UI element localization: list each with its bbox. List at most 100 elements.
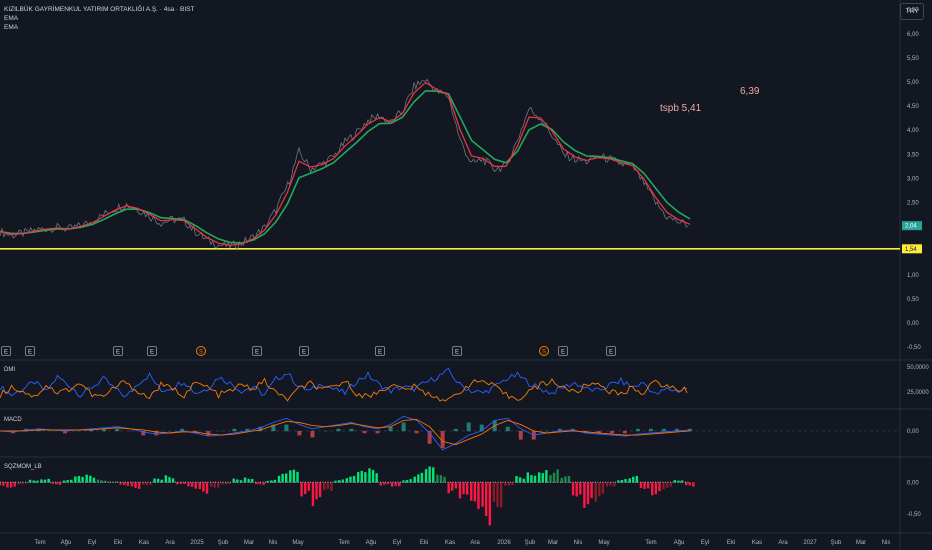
sqzmom-bar [613, 482, 616, 487]
time-axis-tick-label: Nis [882, 540, 891, 546]
sqzmom-bar [658, 482, 661, 492]
price-axis-tick-label: 5,00 [907, 80, 919, 86]
sqzmom-bar [323, 482, 326, 491]
sqzmom-bar [669, 482, 672, 487]
time-axis-tick-label: 2025 [190, 540, 204, 546]
time-axis-tick-label: May [598, 540, 609, 546]
dmi-minus-line [0, 377, 688, 402]
sqzmom-bar [586, 482, 590, 505]
sqzmom-bar [575, 482, 578, 497]
time-axis-tick-label: Şub [218, 540, 229, 546]
sqzmom-bar [473, 482, 477, 502]
macd-histogram-bar [115, 428, 120, 432]
time-axis-tick-label: Ara [165, 540, 175, 546]
sqzmom-bar [492, 482, 496, 502]
sqzmom-bar [477, 482, 480, 509]
price-axis-tick-label: -0,50 [907, 345, 921, 351]
macd-histogram-bar [362, 430, 367, 434]
time-axis-tick-label: Mar [856, 540, 866, 546]
indicator-label-ema-2: EMA [4, 24, 19, 31]
sqzmom-bar [137, 482, 141, 489]
sqzmom-bar [594, 482, 597, 502]
sqzmom-axis-tick-label: -0,50 [907, 512, 921, 518]
macd-pane-label: MACD [4, 417, 22, 423]
sqzmom-bar [458, 482, 462, 499]
price-candles [0, 78, 689, 250]
dmi-pane-label: DMI [4, 367, 15, 373]
macd-histogram-bar [375, 430, 380, 434]
sqzmom-bar [481, 482, 484, 507]
macd-axis-tick-label: 0,00 [907, 429, 919, 435]
sqzmom-bar [74, 476, 77, 483]
sqzmom-bar [85, 474, 88, 483]
sqzmom-bar [311, 482, 315, 506]
sqzmom-bar [530, 475, 533, 483]
sqzmom-bar [605, 482, 609, 487]
time-axis-tick-label: Tem [338, 540, 349, 546]
sqzmom-bar [420, 472, 424, 483]
macd-histogram-bar [648, 428, 653, 432]
last-price-label: 2,04 [905, 224, 917, 230]
macd-histogram-bar [349, 428, 354, 432]
sqzmom-bar [556, 469, 559, 483]
sqzmom-bar [432, 467, 435, 483]
dividend-marker-label: S [542, 350, 546, 356]
sqzmom-bar [496, 482, 499, 508]
time-axis-tick-label: May [292, 540, 303, 546]
sqzmom-bar [688, 482, 691, 486]
sqzmom-bar [205, 482, 209, 494]
macd-histogram-bar [284, 424, 289, 432]
sqzmom-bar [590, 482, 593, 499]
sqzmom-bar [398, 482, 401, 487]
time-axis-tick-label: Nis [269, 540, 278, 546]
dividend-marker-label: S [199, 350, 203, 356]
sqzmom-bar [89, 475, 92, 483]
sqzmom-bar [315, 482, 318, 500]
macd-histogram-bar [466, 422, 471, 432]
macd-line [0, 415, 691, 451]
sqzmom-bar [375, 473, 378, 483]
sqzmom-bar [484, 482, 488, 517]
macd-histogram-bar [661, 428, 666, 432]
earnings-marker-label: E [609, 350, 613, 356]
macd-histogram-bar [518, 430, 523, 440]
time-axis-tick-label: Ağu [61, 540, 72, 546]
chart-canvas[interactable]: 6,506,005,505,004,504,003,503,002,502,00… [0, 0, 932, 550]
sqzmom-bar [533, 475, 537, 483]
earnings-marker-label: E [378, 350, 382, 356]
sqzmom-bar [190, 482, 194, 487]
macd-histogram-bar [622, 430, 627, 434]
time-axis-tick-label: Eyl [393, 540, 401, 546]
sqzmom-bar [296, 471, 299, 483]
sqzmom-bar [583, 482, 586, 508]
sqzmom-bar [549, 475, 552, 483]
currency-button[interactable]: TRY [900, 3, 924, 20]
time-axis-tick-label: Kas [752, 540, 762, 546]
earnings-marker-label: E [116, 350, 120, 356]
sqzmom-bar [202, 482, 205, 492]
price-axis-tick-label: 2,50 [907, 201, 919, 207]
time-axis-tick-label: Şub [525, 540, 536, 546]
sqzmom-bar [552, 472, 556, 483]
time-axis-tick-label: Mar [244, 540, 254, 546]
indicator-label-ema-1: EMA [4, 15, 19, 22]
sqzmom-bar [465, 482, 469, 495]
sqzmom-bar [187, 482, 190, 487]
time-axis-tick-label: Eyl [701, 540, 709, 546]
time-axis-tick-label: Ara [470, 540, 480, 546]
sqzmom-bar [564, 476, 567, 483]
sqzmom-bar [77, 475, 81, 483]
price-target-annotation: 6,39 [740, 86, 760, 97]
time-axis-tick-label: Kas [139, 540, 149, 546]
macd-histogram-bar [206, 430, 211, 436]
sqzmom-bar [13, 482, 16, 487]
price-axis-tick-label: 6,00 [907, 32, 919, 38]
sqzmom-axis-tick-label: 0,00 [907, 480, 919, 486]
sqzmom-bar [368, 468, 371, 483]
sqzmom-bar [639, 482, 643, 489]
time-axis-tick-label: Mar [548, 540, 558, 546]
sqzmom-bar [598, 482, 601, 497]
macd-histogram-bar [635, 428, 640, 432]
sqzmom-bar [284, 473, 288, 483]
price-axis-tick-label: 0,00 [907, 321, 919, 327]
